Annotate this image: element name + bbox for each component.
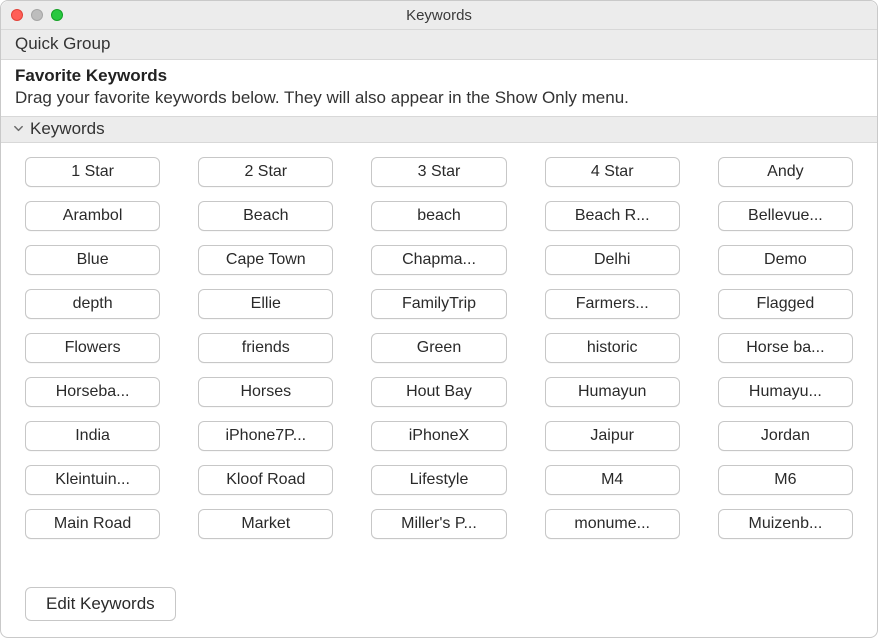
zoom-icon[interactable] [51, 9, 63, 21]
keyword-button[interactable]: historic [545, 333, 680, 363]
keyword-button[interactable]: Humayun [545, 377, 680, 407]
keyword-button[interactable]: FamilyTrip [371, 289, 506, 319]
keyword-button[interactable]: Cape Town [198, 245, 333, 275]
keyword-button[interactable]: Horse ba... [718, 333, 853, 363]
keyword-button[interactable]: Beach R... [545, 201, 680, 231]
keyword-button[interactable]: M4 [545, 465, 680, 495]
keyword-button[interactable]: Hout Bay [371, 377, 506, 407]
keyword-button[interactable]: Green [371, 333, 506, 363]
keywords-window: Keywords Quick Group Favorite Keywords D… [0, 0, 878, 638]
keyword-button[interactable]: Lifestyle [371, 465, 506, 495]
keyword-button[interactable]: Flowers [25, 333, 160, 363]
keyword-button[interactable]: Chapma... [371, 245, 506, 275]
keyword-button[interactable]: Andy [718, 157, 853, 187]
keywords-section-header[interactable]: Keywords [1, 116, 877, 143]
keyword-button[interactable]: monume... [545, 509, 680, 539]
keyword-button[interactable]: M6 [718, 465, 853, 495]
keyword-button[interactable]: Horses [198, 377, 333, 407]
keyword-button[interactable]: beach [371, 201, 506, 231]
keyword-button[interactable]: Arambol [25, 201, 160, 231]
keyword-button[interactable]: Jordan [718, 421, 853, 451]
keyword-button[interactable]: depth [25, 289, 160, 319]
keyword-button[interactable]: iPhoneX [371, 421, 506, 451]
favorites-subtext: Drag your favorite keywords below. They … [15, 88, 863, 108]
close-icon[interactable] [11, 9, 23, 21]
keyword-button[interactable]: Horseba... [25, 377, 160, 407]
keyword-button[interactable]: 3 Star [371, 157, 506, 187]
keyword-button[interactable]: Market [198, 509, 333, 539]
window-controls [1, 9, 63, 21]
keywords-grid: 1 Star 2 Star 3 Star 4 Star Andy Arambol Beach… [25, 157, 853, 539]
footer: Edit Keywords [1, 575, 877, 637]
keywords-section-label: Keywords [30, 119, 105, 139]
edit-keywords-button[interactable]: Edit Keywords [25, 587, 176, 621]
keyword-button[interactable]: Beach [198, 201, 333, 231]
keyword-button[interactable]: Kloof Road [198, 465, 333, 495]
keyword-button[interactable]: Humayu... [718, 377, 853, 407]
keyword-button[interactable]: Jaipur [545, 421, 680, 451]
window-title: Keywords [1, 7, 877, 24]
titlebar: Keywords [1, 1, 877, 29]
keyword-button[interactable]: Muizenb... [718, 509, 853, 539]
favorites-heading: Favorite Keywords [15, 66, 863, 86]
keyword-button[interactable]: Farmers... [545, 289, 680, 319]
keywords-grid-container: 1 Star 2 Star 3 Star 4 Star Andy Arambol Beach… [1, 143, 877, 575]
keyword-button[interactable]: Blue [25, 245, 160, 275]
keyword-button[interactable]: 2 Star [198, 157, 333, 187]
keyword-button[interactable]: Miller's P... [371, 509, 506, 539]
keyword-button[interactable]: Demo [718, 245, 853, 275]
keyword-button[interactable]: iPhone7P... [198, 421, 333, 451]
chevron-down-icon [13, 123, 24, 136]
keyword-button[interactable]: Delhi [545, 245, 680, 275]
keyword-button[interactable]: friends [198, 333, 333, 363]
keyword-button[interactable]: 4 Star [545, 157, 680, 187]
quick-group-header[interactable]: Quick Group [1, 29, 877, 60]
keyword-button[interactable]: 1 Star [25, 157, 160, 187]
keyword-button[interactable]: Main Road [25, 509, 160, 539]
keyword-button[interactable]: Ellie [198, 289, 333, 319]
keyword-button[interactable]: India [25, 421, 160, 451]
keyword-button[interactable]: Kleintuin... [25, 465, 160, 495]
minimize-icon[interactable] [31, 9, 43, 21]
favorites-block: Favorite Keywords Drag your favorite key… [1, 60, 877, 116]
keyword-button[interactable]: Flagged [718, 289, 853, 319]
keyword-button[interactable]: Bellevue... [718, 201, 853, 231]
